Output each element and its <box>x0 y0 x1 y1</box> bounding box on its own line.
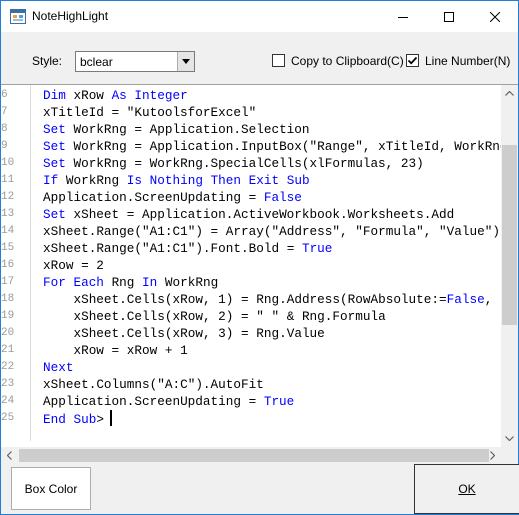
ok-label: OK <box>458 482 476 496</box>
code-line: Next <box>43 360 74 375</box>
line-number: 13 <box>1 208 15 220</box>
note-highlight-window: NoteHighLight Style: bclear Copy to Clip… <box>0 0 519 515</box>
line-number: 10 <box>1 157 15 169</box>
code-line: xTitleId = "KutoolsforExcel" <box>43 105 257 120</box>
box-color-label: Box Color <box>24 481 78 496</box>
line-number: 25 <box>1 412 15 424</box>
box-color-button[interactable]: Box Color <box>11 467 91 510</box>
code-line: xSheet.Cells(xRow, 3) = Rng.Value <box>73 326 325 341</box>
line-number: 17 <box>1 276 15 288</box>
line-number: 22 <box>1 361 15 373</box>
dropdown-arrow-icon[interactable] <box>177 52 194 71</box>
ok-button[interactable]: OK <box>414 464 519 514</box>
options-toolbar: Style: bclear Copy to Clipboard(C) Line … <box>1 32 518 84</box>
window-title: NoteHighLight <box>32 9 109 23</box>
code-line: xSheet.Cells(xRow, 1) = Rng.Address(RowA… <box>73 292 493 307</box>
code-line: Application.ScreenUpdating = True <box>43 394 295 409</box>
style-dropdown[interactable]: bclear <box>75 51 195 72</box>
scroll-left-icon[interactable] <box>1 447 18 464</box>
code-line: Application.ScreenUpdating = False <box>43 190 302 205</box>
close-button[interactable] <box>472 1 518 32</box>
line-number: 7 <box>1 106 8 118</box>
minimize-icon <box>398 16 408 18</box>
scroll-down-icon[interactable] <box>501 430 518 447</box>
code-line: xRow = xRow + 1 <box>73 343 188 358</box>
line-number: 24 <box>1 395 15 407</box>
line-number: 14 <box>1 225 15 237</box>
code-line: Set WorkRng = WorkRng.SpecialCells(xlFor… <box>43 156 424 171</box>
horizontal-scroll-thumb[interactable] <box>19 449 489 462</box>
style-dropdown-value: bclear <box>80 55 113 69</box>
code-line: Set xSheet = Application.ActiveWorkbook.… <box>43 207 455 222</box>
horizontal-scrollbar[interactable] <box>1 447 501 464</box>
code-line: xRow = 2 <box>43 258 104 273</box>
line-number-label[interactable]: Line Number(N) <box>425 54 510 68</box>
code-line: xSheet.Range("A1:C1") = Array("Address",… <box>43 224 500 239</box>
scroll-right-icon[interactable] <box>484 447 501 464</box>
close-icon <box>490 11 500 22</box>
line-number: 11 <box>1 174 15 186</box>
code-line: xSheet.Cells(xRow, 2) = " " & Rng.Formul… <box>73 309 386 324</box>
gutter-divider <box>30 85 31 441</box>
maximize-button[interactable] <box>426 1 472 32</box>
line-number: 21 <box>1 344 15 356</box>
code-line: Set WorkRng = Application.Selection <box>43 122 310 137</box>
copy-to-clipboard-label[interactable]: Copy to Clipboard(C) <box>291 54 404 68</box>
minimize-button[interactable] <box>380 1 426 32</box>
line-number: 16 <box>1 259 15 271</box>
vertical-scrollbar[interactable] <box>501 85 518 447</box>
code-editor[interactable]: 6 7 8 9 10 11 12 13 14 15 16 17 18 19 20 21 22 23 24 25 Dim… <box>1 84 518 464</box>
code-line: Dim xRow As Integer <box>43 88 188 103</box>
code-line: If WorkRng Is Nothing Then Exit Sub <box>43 173 310 188</box>
line-number: 8 <box>1 123 8 135</box>
vertical-scroll-thumb[interactable] <box>502 145 517 325</box>
copy-to-clipboard-checkbox[interactable] <box>272 54 285 67</box>
line-number: 15 <box>1 242 15 254</box>
maximize-icon <box>444 11 454 22</box>
checkmark-icon <box>407 56 418 65</box>
line-number: 20 <box>1 327 15 339</box>
title-bar[interactable]: NoteHighLight <box>1 1 518 32</box>
line-number-gutter: 6 7 8 9 10 11 12 13 14 15 16 17 18 19 20 21 22 23 24 25 <box>1 85 29 441</box>
line-number: 12 <box>1 191 15 203</box>
app-icon <box>10 9 26 24</box>
line-number: 23 <box>1 378 15 390</box>
code-line: For Each Rng In WorkRng <box>43 275 219 290</box>
line-number: 9 <box>1 140 8 152</box>
line-number: 19 <box>1 310 15 322</box>
text-caret <box>109 410 112 426</box>
scroll-up-icon[interactable] <box>501 85 518 102</box>
line-number: 6 <box>1 89 8 101</box>
scroll-corner <box>501 447 518 464</box>
line-number: 18 <box>1 293 15 305</box>
line-number-checkbox[interactable] <box>406 54 419 67</box>
footer-bar: Box Color OK <box>1 464 519 514</box>
code-line: xSheet.Columns("A:C").AutoFit <box>43 377 264 392</box>
code-area[interactable]: Dim xRow As Integer xTitleId = "Kutoolsfo… <box>43 85 501 441</box>
code-line: End Sub> <box>43 410 112 427</box>
style-label: Style: <box>32 54 63 68</box>
code-line: xSheet.Range("A1:C1").Font.Bold = True <box>43 241 333 256</box>
code-line: Set WorkRng = Application.InputBox("Rang… <box>43 139 501 154</box>
